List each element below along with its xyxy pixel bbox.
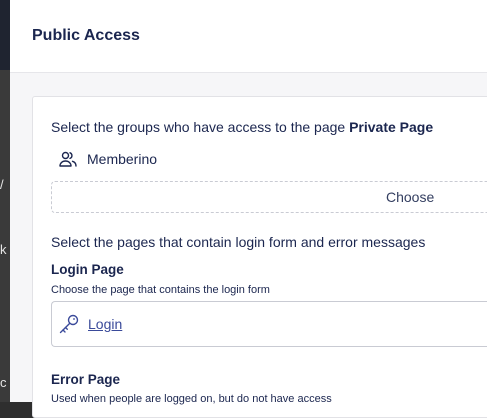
choose-button-label: Choose — [386, 189, 435, 205]
access-panel: Select the groups who have access to the… — [32, 96, 487, 418]
page-name: Private Page — [349, 119, 434, 135]
login-page-link[interactable]: Login — [88, 316, 122, 332]
groups-intro: Select the groups who have access to the… — [51, 119, 433, 135]
group-item[interactable]: Memberino — [59, 149, 157, 169]
groups-intro-text: Select the groups who have access to the… — [51, 119, 350, 135]
dialog-title: Public Access — [32, 27, 140, 44]
key-icon — [58, 314, 80, 339]
backdrop-header — [0, 0, 10, 70]
group-label: Memberino — [87, 151, 158, 167]
users-icon — [59, 151, 77, 167]
login-page-picker[interactable]: Login — [51, 301, 487, 347]
login-page-title: Login Page — [51, 262, 124, 277]
error-page-title: Error Page — [51, 372, 121, 387]
backdrop-text-fragment: c — [0, 375, 7, 390]
choose-groups-button[interactable]: Choose — [51, 181, 487, 213]
dialog-header: Public Access — [10, 0, 487, 73]
error-page-help: Used when people are logged on, but do n… — [51, 393, 332, 405]
backdrop-text-fragment: / — [0, 177, 4, 192]
login-page-help: Choose the page that contains the login … — [51, 284, 270, 296]
backdrop-text-fragment: k — [0, 242, 7, 257]
public-access-dialog: Public Access Select the groups who have… — [10, 0, 487, 418]
pages-intro: Select the pages that contain login form… — [51, 234, 426, 250]
backdrop: / k c — [0, 0, 10, 402]
